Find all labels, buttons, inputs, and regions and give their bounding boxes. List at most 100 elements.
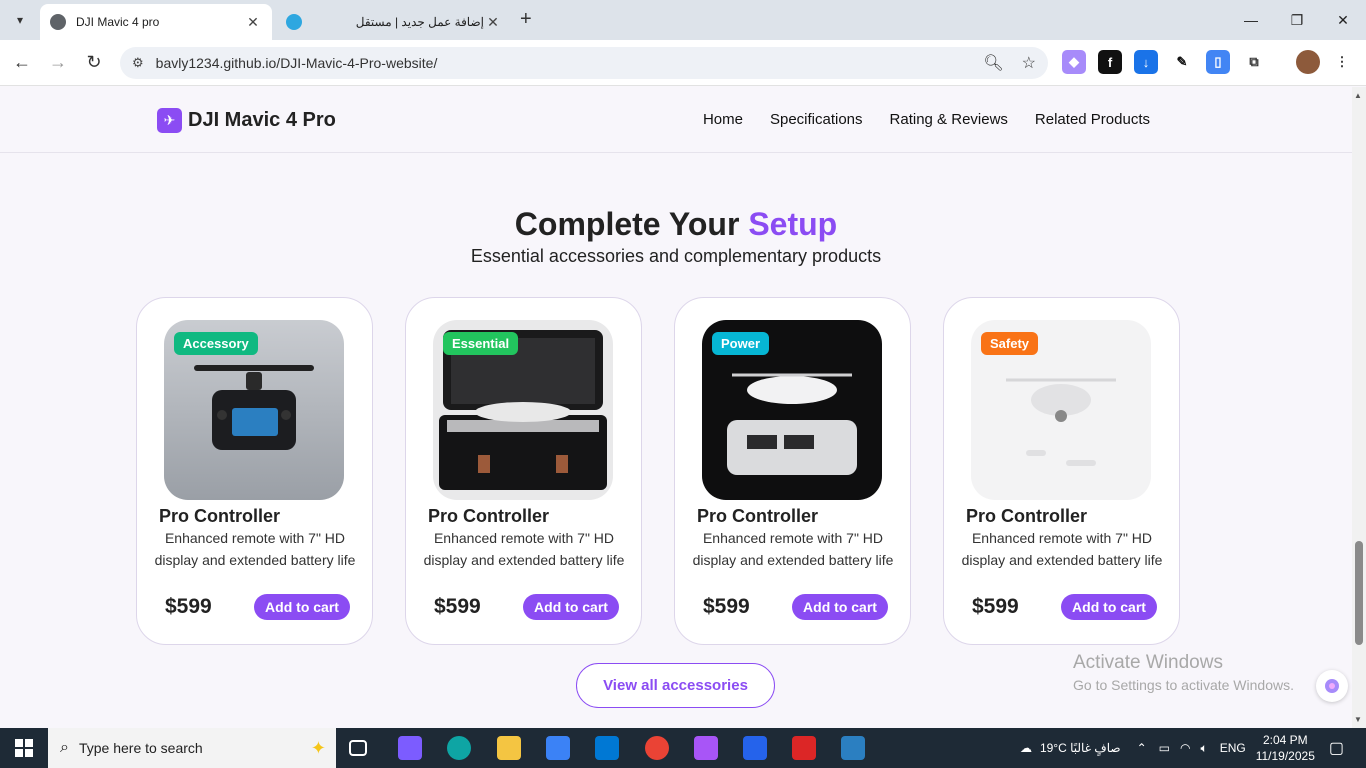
language-indicator[interactable]: ENG — [1220, 741, 1246, 755]
windows-start-icon[interactable] — [0, 739, 48, 757]
close-tab-icon[interactable]: ✕ — [484, 14, 502, 31]
add-to-cart-button[interactable]: Add to cart — [792, 594, 888, 620]
system-tray: ☁ 19°C صافٍ غالبًا ⌃ ▭ ◠ 🔈︎ ENG 2:04 PM … — [1020, 728, 1366, 768]
restore-icon[interactable]: ❐ — [1274, 0, 1320, 40]
address-input[interactable]: ⚙ bavly1234.github.io/DJI-Mavic-4-Pro-we… — [120, 47, 1048, 79]
m365-icon[interactable] — [694, 736, 718, 760]
nav-related-products[interactable]: Related Products — [1035, 111, 1150, 128]
badge-power: Power — [712, 332, 770, 355]
nav-home[interactable]: Home — [703, 111, 743, 128]
product-price: $599 — [703, 595, 750, 618]
product-card: Safety Pro Controller Enhanced remote wi… — [943, 297, 1180, 645]
reload-icon[interactable]: ↻ — [76, 52, 112, 73]
scroll-down-icon[interactable]: ▼ — [1354, 715, 1362, 724]
edge-icon[interactable] — [447, 736, 471, 760]
nav-rating-reviews[interactable]: Rating & Reviews — [890, 111, 1008, 128]
section-title-main: Complete Your — [514, 206, 749, 242]
section-title: Complete Your Setup — [0, 206, 1352, 243]
photos-icon[interactable] — [841, 736, 865, 760]
new-tab-icon[interactable]: + — [520, 8, 532, 31]
clock-date: 11/19/2025 — [1255, 749, 1315, 763]
color-picker-icon[interactable]: ✎ — [1170, 50, 1194, 74]
section-title-accent: Setup — [748, 206, 838, 242]
copilot-sparkle-icon[interactable]: ✦ — [311, 738, 326, 759]
mostaql-icon — [286, 14, 302, 30]
profile-avatar[interactable] — [1296, 50, 1320, 74]
extensions-puzzle-icon[interactable]: ⧉ — [1242, 50, 1266, 74]
badge-safety: Safety — [981, 332, 1039, 355]
browser-tab-bar: ▾ DJI Mavic 4 pro ✕ إضافة عمل جديد | مست… — [0, 0, 1366, 40]
activate-windows-watermark: Activate Windows Go to Settings to activ… — [1073, 652, 1294, 693]
file-explorer-icon[interactable] — [497, 736, 521, 760]
product-price: $599 — [434, 595, 481, 618]
product-name: Pro Controller — [428, 506, 550, 526]
window-controls: — ❐ ✕ — [1228, 0, 1366, 40]
battery-icon[interactable]: ▭ — [1159, 741, 1170, 755]
globe-icon — [50, 14, 66, 30]
add-to-cart-button[interactable]: Add to cart — [254, 594, 350, 620]
page-scrollbar[interactable]: ▲ ▼ — [1352, 87, 1366, 728]
scrollbar-thumb[interactable] — [1355, 541, 1363, 645]
extension-icon[interactable]: ◆ — [1062, 50, 1086, 74]
product-card: Power Pro Controller Enhanced remote wit… — [674, 297, 911, 645]
address-bar-row: ← → ↻ ⚙ bavly1234.github.io/DJI-Mavic-4-… — [0, 40, 1366, 86]
minimize-icon[interactable]: — — [1228, 0, 1274, 40]
forward-icon[interactable]: → — [40, 52, 76, 73]
vscode-icon[interactable] — [743, 736, 767, 760]
product-price: $599 — [972, 595, 1019, 618]
section-subtitle: Essential accessories and complementary … — [470, 246, 882, 266]
search-placeholder: Type here to search — [78, 740, 203, 756]
product-name: Pro Controller — [159, 506, 281, 526]
nav-specifications[interactable]: Specifications — [770, 111, 863, 128]
badge-essential: Essential — [443, 332, 519, 355]
tab-search-icon[interactable]: ▾ — [6, 6, 34, 34]
download-icon[interactable]: ↓ — [1134, 50, 1158, 74]
wifi-icon[interactable]: ◠ — [1180, 741, 1190, 755]
tab-title: إضافة عمل جديد | مستقل — [355, 15, 484, 29]
product-card: Accessory Pro Controller Enhanced remote… — [136, 297, 373, 645]
scroll-up-icon[interactable]: ▲ — [1354, 91, 1362, 100]
weather-text[interactable]: 19°C صافٍ غالبًا — [1040, 741, 1121, 755]
store-icon[interactable] — [546, 736, 570, 760]
product-name: Pro Controller — [966, 506, 1088, 526]
taskbar-search-input[interactable]: ⌕ Type here to search ✦ — [48, 728, 336, 768]
outlook-icon[interactable] — [595, 736, 619, 760]
clock[interactable]: 2:04 PM 11/19/2025 — [1256, 732, 1315, 764]
close-tab-icon[interactable]: ✕ — [244, 14, 262, 31]
url-text: bavly1234.github.io/DJI-Mavic-4-Pro-webs… — [155, 55, 438, 71]
back-icon[interactable]: ← — [4, 52, 40, 73]
clipboard-icon[interactable]: ▯ — [1206, 50, 1230, 74]
star-icon[interactable]: ☆ — [1022, 53, 1036, 73]
product-description: Enhanced remote with 7" HD display and e… — [961, 530, 1163, 568]
zoom-icon[interactable]: 🔍︎ — [983, 53, 1003, 73]
notifications-icon[interactable]: ▢ — [1329, 738, 1344, 758]
weather-icon[interactable]: ☁ — [1020, 741, 1032, 755]
product-price: $599 — [165, 595, 212, 618]
badge-accessory: Accessory — [174, 332, 258, 355]
volume-icon[interactable]: 🔈︎ — [1200, 741, 1207, 756]
search-icon: ⌕ — [60, 739, 69, 756]
view-all-accessories-button[interactable]: View all accessories — [576, 663, 775, 708]
tray-chevron-icon[interactable]: ⌃ — [1137, 741, 1147, 755]
tab-mostaql[interactable]: إضافة عمل جديد | مستقل ✕ — [276, 4, 512, 40]
product-description: Enhanced remote with 7" HD display and e… — [154, 530, 356, 568]
product-card: Essential Pro Controller Enhanced remote… — [405, 297, 642, 645]
site-info-icon[interactable]: ⚙ — [132, 55, 144, 71]
browser-menu-icon[interactable]: ⋮ — [1330, 50, 1354, 74]
add-to-cart-button[interactable]: Add to cart — [523, 594, 619, 620]
site-logo[interactable]: ✈ DJI Mavic 4 Pro — [157, 108, 336, 133]
clock-time: 2:04 PM — [1262, 733, 1308, 747]
close-window-icon[interactable]: ✕ — [1320, 0, 1366, 40]
fonts-extension-icon[interactable]: f — [1098, 50, 1122, 74]
power-app-icon[interactable] — [792, 736, 816, 760]
task-view-icon[interactable] — [349, 740, 367, 756]
chrome-icon[interactable] — [645, 736, 669, 760]
assistant-float-icon[interactable] — [1316, 670, 1348, 702]
tab-title: DJI Mavic 4 pro — [76, 15, 160, 29]
product-description: Enhanced remote with 7" HD display and e… — [423, 530, 625, 568]
product-description: Enhanced remote with 7" HD display and e… — [692, 530, 894, 568]
copilot-app-icon[interactable] — [398, 736, 422, 760]
tab-dji[interactable]: DJI Mavic 4 pro ✕ — [40, 4, 272, 40]
add-to-cart-button[interactable]: Add to cart — [1061, 594, 1157, 620]
activate-windows-title: Activate Windows — [1073, 652, 1223, 673]
